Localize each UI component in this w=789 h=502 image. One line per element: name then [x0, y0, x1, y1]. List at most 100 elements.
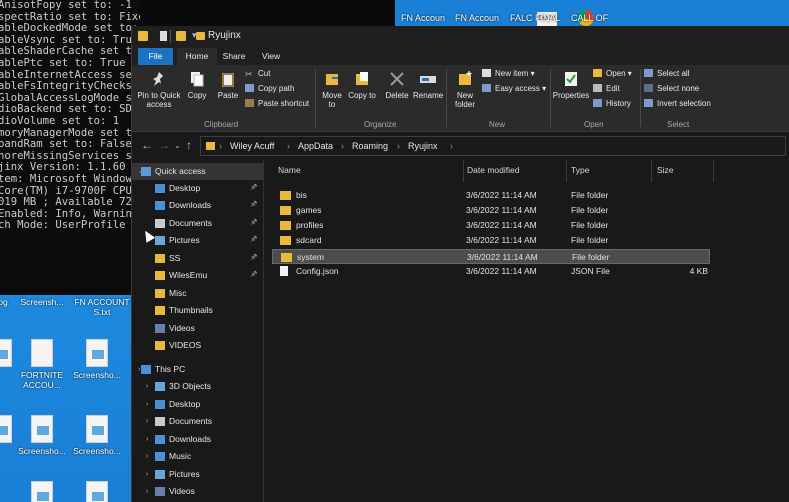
chevron-right-icon[interactable]: › — [138, 361, 140, 378]
cell-name: bis — [296, 190, 307, 200]
paste-shortcut-button[interactable]: Paste shortcut — [245, 98, 309, 110]
table-row[interactable]: system 3/6/2022 11:14 AM File folder — [272, 249, 710, 264]
rename-button[interactable]: Rename — [413, 70, 443, 100]
chevron-right-icon[interactable]: › — [341, 141, 344, 151]
sidebar-item[interactable]: › 3D Objects — [132, 378, 264, 395]
sidebar-item[interactable]: Downloads 📌 — [132, 197, 264, 214]
tab-view[interactable]: View — [259, 48, 283, 65]
tab-share[interactable]: Share — [221, 48, 247, 65]
sidebar-item[interactable]: › This PC — [132, 361, 264, 378]
chevron-right-icon[interactable]: › — [146, 413, 148, 430]
sidebar-item[interactable]: ⌄Quick access — [132, 163, 264, 180]
breadcrumb-item[interactable]: Wiley Acuff — [230, 141, 274, 151]
desktop-icon-label[interactable]: FALC FINAL — [510, 13, 561, 23]
sidebar-item[interactable]: › Documents — [132, 413, 264, 430]
sidebar-item[interactable]: VIDEOS — [132, 337, 264, 354]
desktop-icon[interactable] — [0, 339, 26, 370]
move-to-button[interactable]: Move to — [318, 70, 346, 109]
up-arrow-icon[interactable]: ↑ — [186, 138, 192, 152]
sidebar-item[interactable]: Thumbnails — [132, 302, 264, 319]
group-label-open: Open — [584, 120, 604, 129]
sidebar-item[interactable]: Documents 📌 — [132, 215, 264, 232]
new-item-button[interactable]: New item ▾ — [482, 68, 535, 80]
desktop-icon[interactable] — [72, 481, 122, 502]
copy-button[interactable]: Copy — [184, 70, 210, 100]
edit-button[interactable]: Edit — [593, 83, 620, 95]
table-row[interactable]: bis 3/6/2022 11:14 AM File folder — [272, 188, 710, 203]
sidebar-item-label: Quick access — [155, 166, 206, 176]
easy-access-button[interactable]: Easy access ▾ — [482, 83, 546, 95]
chevron-right-icon[interactable]: › — [146, 466, 148, 483]
invert-selection-label: Invert selection — [657, 99, 711, 108]
column-header-name[interactable]: Name — [278, 165, 301, 175]
forward-arrow-icon[interactable]: → — [158, 138, 170, 152]
tab-home[interactable]: Home — [177, 48, 217, 65]
sidebar-item[interactable]: › Music — [132, 448, 264, 465]
sidebar-item[interactable]: › Videos — [132, 483, 264, 500]
sidebar-item[interactable]: Misc — [132, 285, 264, 302]
invert-selection-button[interactable]: Invert selection — [644, 98, 711, 110]
sidebar-item[interactable]: › Downloads — [132, 431, 264, 448]
address-bar[interactable]: › Wiley Acuff › AppData › Roaming › Ryuj… — [200, 136, 786, 156]
column-header-date[interactable]: Date modified — [467, 165, 519, 175]
delete-button[interactable]: Delete — [383, 70, 411, 100]
column-header-size[interactable]: Size — [657, 165, 674, 175]
chevron-right-icon[interactable]: › — [146, 378, 148, 395]
cut-button[interactable]: ✂ Cut — [245, 68, 270, 80]
new-folder-icon[interactable] — [176, 31, 186, 41]
properties-icon[interactable] — [160, 31, 167, 41]
select-none-button[interactable]: Select none — [644, 83, 699, 95]
pin-to-quick-access-button[interactable]: Pin to Quick access — [136, 70, 182, 109]
new-item-label: New item — [495, 69, 529, 78]
file-list: Name Date modified Type Size bis 3/6/2022… — [268, 160, 789, 502]
back-arrow-icon[interactable]: ← — [141, 138, 153, 152]
desktop-icon[interactable]: Screensho... — [72, 339, 122, 380]
chevron-right-icon[interactable]: › — [146, 448, 148, 465]
sidebar-item[interactable]: WilesEmu 📌 — [132, 267, 264, 284]
breadcrumb-item[interactable]: AppData — [298, 141, 333, 151]
sidebar-item[interactable]: › Pictures — [132, 466, 264, 483]
table-row[interactable]: games 3/6/2022 11:14 AM File folder — [272, 203, 710, 218]
chevron-right-icon[interactable]: › — [397, 141, 400, 151]
column-header-type[interactable]: Type — [571, 165, 589, 175]
recent-locations-chevron-icon[interactable]: ⌄ — [174, 141, 181, 150]
desktop-icon-label[interactable]: FN Accoun — [455, 13, 499, 23]
breadcrumb-item[interactable]: Roaming — [352, 141, 388, 151]
new-folder-button[interactable]: New folder — [450, 70, 480, 109]
tab-file[interactable]: File — [138, 48, 173, 65]
cell-date: 3/6/2022 11:14 AM — [466, 205, 537, 215]
desktop-icon-label[interactable]: CALL OF — [571, 13, 608, 23]
chevron-right-icon[interactable]: › — [146, 396, 148, 413]
3d-objects-icon — [155, 382, 165, 391]
select-all-button[interactable]: Select all — [644, 68, 689, 80]
chevron-right-icon[interactable]: › — [287, 141, 290, 151]
sidebar-item[interactable]: SS 📌 — [132, 250, 264, 267]
desktop-icon[interactable]: Screensho... — [72, 415, 122, 456]
properties-button[interactable]: Properties — [552, 70, 590, 100]
desktop-icon-label[interactable]: FN Accoun — [401, 13, 445, 23]
copy-path-button[interactable]: Copy path — [245, 83, 294, 95]
chevron-right-icon[interactable]: › — [450, 141, 453, 151]
table-row[interactable]: profiles 3/6/2022 11:14 AM File folder — [272, 218, 710, 233]
desktop-icon[interactable]: FN ACCOUNT S.txt — [70, 297, 134, 317]
breadcrumb-item[interactable]: Ryujinx — [408, 141, 438, 151]
chevron-right-icon[interactable]: › — [146, 431, 148, 448]
sidebar-item[interactable]: › Desktop — [132, 396, 264, 413]
divider — [315, 69, 316, 127]
sidebar-item[interactable]: Desktop 📌 — [132, 180, 264, 197]
paste-button[interactable]: Paste — [214, 70, 242, 100]
chevron-right-icon[interactable]: › — [219, 141, 222, 151]
chevron-right-icon[interactable]: › — [146, 483, 148, 500]
copy-to-button[interactable]: Copy to — [348, 70, 376, 100]
desktop-icon[interactable]: Screensh... — [17, 297, 67, 307]
sidebar-item-label: Desktop — [169, 399, 201, 409]
table-row[interactable]: sdcard 3/6/2022 11:14 AM File folder — [272, 233, 710, 248]
history-button[interactable]: History — [593, 98, 631, 110]
table-row[interactable]: Config.json 3/6/2022 11:14 AM JSON File 4 K… — [272, 264, 710, 279]
pin-icon: 📌 — [250, 185, 258, 191]
open-button[interactable]: Open ▾ — [593, 68, 632, 80]
scrollbar[interactable] — [263, 160, 264, 502]
desktop-icon[interactable] — [17, 481, 67, 502]
sidebar-item[interactable]: Videos — [132, 320, 264, 337]
desktop-icon[interactable] — [0, 415, 26, 446]
